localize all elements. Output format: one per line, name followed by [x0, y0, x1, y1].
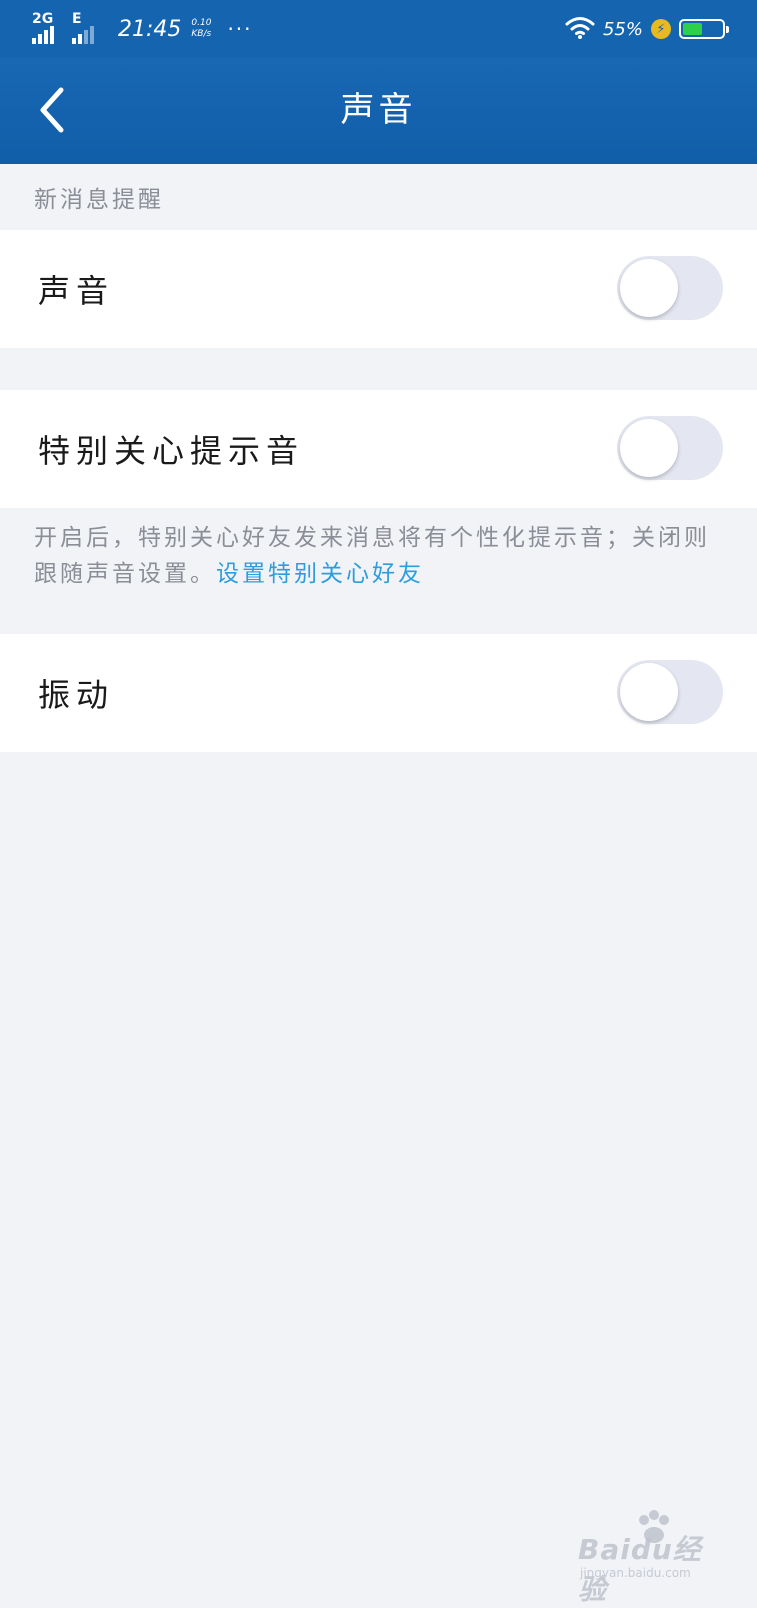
setting-row-sound[interactable]: 声音 [0, 230, 757, 348]
special-care-tone-toggle[interactable] [617, 416, 723, 480]
network-speed-value: 0.10 [191, 18, 212, 28]
network-speed: 0.10 KB/s [191, 18, 211, 40]
vibration-toggle[interactable] [617, 660, 723, 724]
charging-icon: ⚡ [651, 19, 671, 39]
setting-row-vibration[interactable]: 振动 [0, 634, 757, 752]
status-bar-right: 55% ⚡ [565, 14, 729, 44]
navigation-bar: 声音 [0, 58, 757, 164]
battery-percent: 55% [602, 18, 643, 40]
more-notifications-icon: ··· [227, 17, 253, 41]
setting-row-special-care-tone[interactable]: 特别关心提示音 [0, 390, 757, 508]
clock: 21:45 [118, 16, 182, 42]
signal-e: E [72, 12, 104, 46]
wifi-icon [565, 15, 595, 43]
signal-icon-secondary [72, 26, 94, 44]
toggle-knob [620, 663, 678, 721]
setting-label-sound: 声音 [38, 272, 115, 310]
page-title: 声音 [340, 90, 417, 130]
watermark-url: jingyan.baidu.com [580, 1566, 691, 1580]
status-bar-left: 2G E 21:45 0.10 KB/s ··· [32, 10, 253, 48]
network-type-secondary: E [72, 11, 82, 27]
setting-label-special-care-tone: 特别关心提示音 [38, 432, 305, 470]
toggle-knob [620, 259, 678, 317]
network-type-primary: 2G [32, 11, 54, 27]
sound-toggle[interactable] [617, 256, 723, 320]
special-care-description: 开启后，特别关心好友发来消息将有个性化提示音；关闭则跟随声音设置。设置特别关心好… [34, 520, 724, 592]
section-header: 新消息提醒 [34, 187, 164, 213]
signal-icon [32, 26, 54, 44]
watermark: Baidu经验 jingyan.baidu.com [578, 1508, 728, 1606]
battery-icon [679, 19, 729, 39]
battery-level [683, 23, 703, 35]
network-speed-unit: KB/s [191, 29, 212, 39]
toggle-knob [620, 419, 678, 477]
status-bar: 2G E 21:45 0.10 KB/s ··· 55% ⚡ [0, 0, 757, 58]
setting-label-vibration: 振动 [38, 676, 115, 714]
set-special-care-friends-link[interactable]: 设置特别关心好友 [216, 561, 424, 587]
signal-2g: 2G [32, 12, 64, 46]
